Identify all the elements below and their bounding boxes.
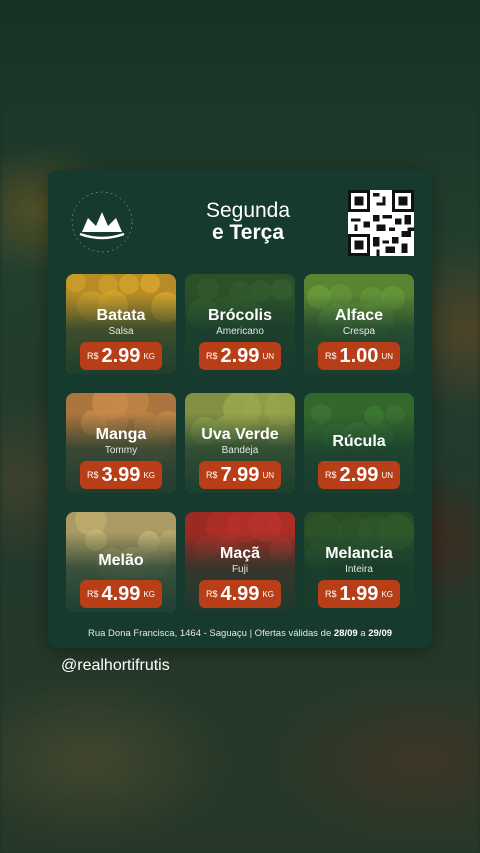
price-unit: UN: [381, 470, 393, 480]
price-currency: R$: [324, 470, 337, 480]
price-value: 2.99: [101, 344, 141, 367]
product-card[interactable]: Rúcula R$ 2.99 UN: [304, 393, 414, 493]
price-value: 1.00: [339, 344, 379, 367]
product-name: Maçã: [219, 545, 261, 562]
price-tag: R$ 2.99 UN: [318, 461, 400, 489]
qr-code-icon: [348, 190, 414, 256]
product-name: Rúcula: [332, 433, 386, 450]
price-tag: R$ 4.99 KG: [80, 580, 162, 608]
headline-line1: Segunda: [205, 199, 291, 222]
brand-logo: [62, 182, 142, 262]
product-card[interactable]: Manga Tommy R$ 3.99 KG: [66, 393, 176, 493]
qr-code[interactable]: [348, 190, 414, 256]
footer-date-to: 29/09: [368, 628, 393, 639]
price-value: 4.99: [101, 582, 141, 605]
product-variety: Americano: [216, 326, 264, 337]
product-name: Manga: [95, 426, 147, 443]
poster-footer: Rua Dona Francisca, 1464 - Saguaçu | Ofe…: [48, 628, 432, 639]
price-tag: R$ 2.99 KG: [80, 342, 162, 370]
price-value: 7.99: [220, 463, 260, 486]
product-name: Brócolis: [207, 307, 272, 324]
product-name: Batata: [96, 307, 146, 324]
product-card[interactable]: Melancia Inteira R$ 1.99 KG: [304, 512, 414, 612]
footer-date-from: 28/09: [333, 628, 358, 639]
product-variety: Inteira: [345, 564, 373, 575]
product-variety: Bandeja: [221, 445, 259, 456]
price-value: 4.99: [220, 582, 260, 605]
offer-poster[interactable]: Segunda e Terça Batata Salsa R$ 2.99 KG …: [48, 170, 432, 648]
price-currency: R$: [324, 351, 337, 361]
price-value: 2.99: [220, 344, 260, 367]
price-currency: R$: [205, 351, 218, 361]
price-value: 3.99: [101, 463, 141, 486]
product-card[interactable]: Batata Salsa R$ 2.99 KG: [66, 274, 176, 374]
headline-line2: e Terça: [212, 221, 284, 244]
product-card[interactable]: Maçã Fuji R$ 4.99 KG: [185, 512, 295, 612]
price-value: 2.99: [339, 463, 379, 486]
price-unit: KG: [143, 470, 155, 480]
product-variety: Tommy: [104, 445, 138, 456]
product-name: Melão: [98, 552, 144, 569]
price-currency: R$: [86, 351, 99, 361]
price-tag: R$ 4.99 KG: [199, 580, 281, 608]
product-card[interactable]: Brócolis Americano R$ 2.99 UN: [185, 274, 295, 374]
price-value: 1.99: [339, 582, 379, 605]
product-card[interactable]: Melão R$ 4.99 KG: [66, 512, 176, 612]
price-unit: KG: [143, 589, 155, 599]
price-currency: R$: [205, 470, 218, 480]
headline: Segunda e Terça: [183, 200, 313, 244]
price-unit: UN: [262, 470, 274, 480]
crown-logo-icon: [64, 184, 140, 260]
price-tag: R$ 2.99 UN: [199, 342, 281, 370]
price-unit: UN: [381, 351, 393, 361]
price-tag: R$ 3.99 KG: [80, 461, 162, 489]
product-card[interactable]: Alface Crespa R$ 1.00 UN: [304, 274, 414, 374]
price-unit: KG: [143, 351, 155, 361]
price-currency: R$: [205, 589, 218, 599]
price-tag: R$ 1.00 UN: [318, 342, 400, 370]
price-currency: R$: [86, 470, 99, 480]
footer-connector: a: [357, 628, 369, 639]
product-card[interactable]: Uva Verde Bandeja R$ 7.99 UN: [185, 393, 295, 493]
product-name: Melancia: [325, 545, 393, 562]
product-name: Uva Verde: [201, 426, 279, 443]
price-unit: KG: [381, 589, 393, 599]
price-unit: UN: [262, 351, 274, 361]
product-variety: Fuji: [231, 564, 249, 575]
price-currency: R$: [324, 589, 337, 599]
price-unit: KG: [262, 589, 274, 599]
account-handle[interactable]: @realhortifrutis: [61, 657, 170, 675]
product-name: Alface: [334, 307, 384, 324]
price-currency: R$: [86, 589, 99, 599]
footer-address: Rua Dona Francisca, 1464 - Saguaçu | Ofe…: [87, 628, 334, 639]
price-tag: R$ 1.99 KG: [318, 580, 400, 608]
price-tag: R$ 7.99 UN: [199, 461, 281, 489]
product-variety: Salsa: [108, 326, 134, 337]
product-variety: Crespa: [342, 326, 376, 337]
